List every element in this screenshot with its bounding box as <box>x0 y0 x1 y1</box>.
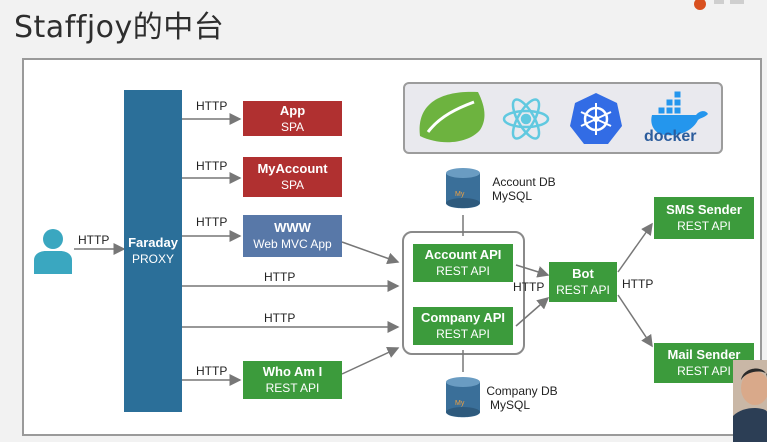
account-db-icon: My <box>446 168 480 209</box>
sms-sender-box: SMS Sender REST API <box>654 197 754 239</box>
bot-box: Bot REST API <box>549 262 617 302</box>
bot-name: Bot <box>572 266 594 281</box>
account-db-sub: MySQL <box>491 189 532 203</box>
sms-sub: REST API <box>677 219 731 233</box>
svg-text:My: My <box>455 400 465 407</box>
presenter-video-thumbnail <box>733 360 767 442</box>
sms-name: SMS Sender <box>666 202 742 217</box>
company-api-name: Company API <box>420 310 506 325</box>
bot-in-link-label: HTTP <box>513 280 545 294</box>
databases: My My <box>446 168 480 418</box>
company-api-sub: REST API <box>436 327 490 341</box>
company-db-sub: MySQL <box>489 398 530 412</box>
account-api-sub: REST API <box>436 264 490 278</box>
company-api-box: Company API REST API <box>413 307 513 345</box>
svg-text:My: My <box>455 191 465 198</box>
bot-sub: REST API <box>556 283 610 297</box>
account-db-label: Account DB MySQL <box>484 175 564 203</box>
account-api-box: Account API REST API <box>413 244 513 282</box>
company-db-icon: My <box>446 377 480 418</box>
bot-out-link-label: HTTP <box>622 277 654 291</box>
account-api-name: Account API <box>424 247 502 262</box>
company-db-label: Company DB MySQL <box>480 384 564 412</box>
company-db-name: Company DB <box>486 384 558 398</box>
account-db-name: Account DB <box>492 175 556 189</box>
